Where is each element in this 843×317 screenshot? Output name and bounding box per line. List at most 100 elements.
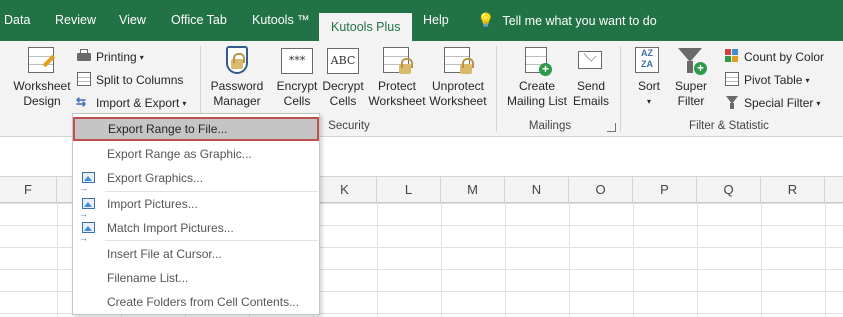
menu-separator	[105, 240, 318, 241]
menu-item-label: Import Pictures...	[107, 197, 198, 211]
chevron-down-icon: ▾	[816, 99, 821, 108]
menu-item-export-graphics[interactable]: → Export Graphics...	[74, 166, 318, 193]
worksheet-design-icon	[26, 45, 58, 77]
column-header-l[interactable]: L	[377, 177, 441, 203]
column-header-p[interactable]: P	[633, 177, 697, 203]
split-to-columns-label: Split to Columns	[96, 73, 184, 87]
count-by-color-button[interactable]: Count by Color	[724, 47, 824, 67]
worksheet-design-button[interactable]: Worksheet Design	[12, 45, 72, 109]
protect-worksheet-button[interactable]: Protect Worksheet	[367, 45, 427, 109]
decrypt-cells-label-1: Decrypt	[322, 79, 364, 93]
match-import-pictures-icon: →	[79, 220, 97, 243]
menu-item-insert-file-at-cursor[interactable]: Insert File at Cursor...	[74, 242, 318, 266]
printer-icon	[76, 48, 92, 64]
sort-label: Sort	[637, 79, 660, 93]
menu-item-label: Export Graphics...	[107, 171, 204, 185]
tab-kutools-plus[interactable]: Kutools Plus	[319, 13, 413, 41]
column-header-f[interactable]: F	[0, 177, 57, 203]
menu-item-label: Insert File at Cursor...	[107, 247, 222, 261]
import-export-button[interactable]: ⇆ Import & Export ▾	[76, 93, 186, 113]
send-emails-button[interactable]: Send Emails	[570, 45, 612, 109]
lightbulb-icon: 💡	[477, 12, 495, 28]
protect-worksheet-label-1: Protect	[377, 79, 416, 93]
printing-label: Printing	[96, 50, 137, 64]
create-mailing-list-label-2: Mailing List	[506, 94, 568, 108]
column-header-o[interactable]: O	[569, 177, 633, 203]
pivot-table-label: Pivot Table	[744, 73, 803, 87]
mailing-list-icon: +	[521, 45, 553, 77]
count-by-color-icon	[724, 48, 740, 64]
group-separator	[496, 46, 497, 132]
special-filter-button[interactable]: Special Filter ▾	[724, 93, 820, 113]
unprotect-worksheet-label-2: Worksheet	[429, 94, 487, 108]
sort-az-icon: AZ ZA	[633, 45, 665, 77]
tell-me-box[interactable]: 💡 Tell me what you want to do	[477, 0, 657, 41]
import-export-icon: ⇆	[76, 95, 87, 109]
super-filter-label-1: Super	[674, 79, 708, 93]
super-filter-label-2: Filter	[677, 94, 705, 108]
tell-me-label: Tell me what you want to do	[502, 14, 657, 28]
special-filter-label: Special Filter	[744, 96, 814, 110]
menu-item-import-pictures[interactable]: → Import Pictures...	[74, 192, 318, 219]
column-header-m[interactable]: M	[441, 177, 505, 203]
tab-view[interactable]: View	[119, 0, 146, 41]
create-mailing-list-label-1: Create	[518, 79, 556, 93]
encrypt-cells-label-2: Cells	[283, 94, 311, 108]
import-export-menu: Export Range to File... Export Range as …	[72, 113, 320, 315]
menu-item-export-range-to-file[interactable]: Export Range to File...	[73, 117, 319, 141]
menu-item-label: Create Folders from Cell Contents...	[107, 295, 300, 309]
menu-item-export-range-as-graphic[interactable]: Export Range as Graphic...	[74, 142, 318, 166]
tab-review[interactable]: Review	[55, 0, 96, 41]
chevron-down-icon: ▾	[139, 53, 144, 62]
tab-help[interactable]: Help	[423, 0, 449, 41]
column-header-r[interactable]: R	[761, 177, 825, 203]
protect-worksheet-label-2: Worksheet	[368, 94, 426, 108]
encrypt-cells-label-1: Encrypt	[276, 79, 318, 93]
menu-item-filename-list[interactable]: Filename List...	[74, 266, 318, 290]
password-manager-label-2: Manager	[213, 94, 261, 108]
decrypt-icon: ABC	[327, 45, 359, 77]
import-export-label: Import & Export	[96, 96, 180, 110]
ribbon-tab-bar: Data Review View Office Tab Kutools ™ Ku…	[0, 0, 843, 41]
encrypt-cells-button[interactable]: *** Encrypt Cells	[274, 45, 320, 109]
split-columns-icon	[76, 71, 92, 87]
encrypt-icon: ***	[281, 45, 313, 77]
decrypt-cells-button[interactable]: ABC Decrypt Cells	[320, 45, 366, 109]
filter-icon: +	[675, 45, 707, 77]
chevron-down-icon: ▾	[805, 76, 810, 85]
column-header-q[interactable]: Q	[697, 177, 761, 203]
unprotect-worksheet-label-1: Unprotect	[431, 79, 485, 93]
special-filter-icon	[724, 94, 740, 110]
send-emails-label-2: Emails	[572, 94, 609, 108]
chevron-down-icon: ▾	[646, 97, 651, 106]
worksheet-design-label-1: Worksheet	[13, 79, 71, 93]
password-manager-label-1: Password	[210, 79, 264, 93]
column-header-k[interactable]: K	[313, 177, 377, 203]
send-emails-icon	[575, 45, 607, 77]
filter-statistic-group-label: Filter & Statistic	[689, 120, 769, 132]
pivot-table-icon	[724, 71, 740, 87]
menu-item-label: Export Range as Graphic...	[107, 147, 252, 161]
unprotect-worksheet-button[interactable]: Unprotect Worksheet	[428, 45, 488, 109]
menu-item-create-folders-from-cell-contents[interactable]: Create Folders from Cell Contents...	[74, 290, 318, 314]
worksheet-design-label-2: Design	[23, 94, 61, 108]
printing-button[interactable]: Printing ▾	[76, 47, 144, 67]
group-separator	[620, 46, 621, 132]
count-by-color-label: Count by Color	[744, 50, 825, 64]
create-mailing-list-button[interactable]: + Create Mailing List	[505, 45, 569, 109]
send-emails-label-1: Send	[576, 79, 606, 93]
sort-button[interactable]: AZ ZA Sort ▾	[630, 45, 668, 109]
pivot-table-button[interactable]: Pivot Table ▾	[724, 70, 810, 90]
dialog-launcher-icon[interactable]	[607, 123, 616, 132]
split-to-columns-button[interactable]: Split to Columns	[76, 70, 183, 90]
column-header-n[interactable]: N	[505, 177, 569, 203]
password-manager-button[interactable]: Password Manager	[208, 45, 266, 109]
menu-item-label: Export Range to File...	[108, 122, 228, 136]
unprotect-sheet-icon	[442, 45, 474, 77]
tab-data[interactable]: Data	[4, 0, 30, 41]
tab-kutools[interactable]: Kutools ™	[252, 0, 310, 41]
super-filter-button[interactable]: + Super Filter	[670, 45, 712, 109]
menu-item-match-import-pictures[interactable]: → Match Import Pictures...	[74, 216, 318, 243]
tab-office-tab[interactable]: Office Tab	[171, 0, 227, 41]
shield-lock-icon	[221, 45, 253, 77]
